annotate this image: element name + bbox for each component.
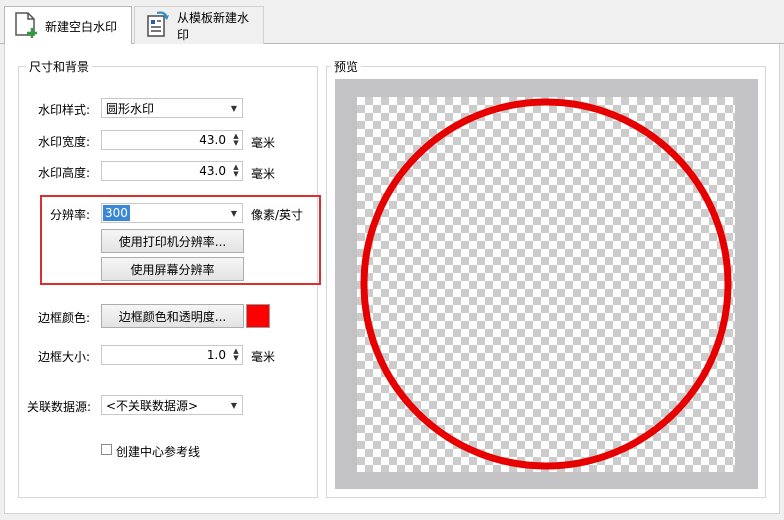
use-screen-resolution-button[interactable]: 使用屏幕分辨率 xyxy=(101,257,244,281)
datasource-value: <不关联数据源> xyxy=(106,398,199,413)
spin-arrows-icon[interactable]: ▲ ▼ xyxy=(230,133,242,147)
tab-label: 新建空白水印 xyxy=(45,19,118,34)
width-label: 水印宽度: xyxy=(38,135,91,149)
resolution-value[interactable]: 300 xyxy=(103,205,130,221)
dropdown-arrow-icon: ▼ xyxy=(230,208,238,218)
resolution-combo[interactable]: 300 ▼ xyxy=(101,203,243,223)
use-printer-resolution-button[interactable]: 使用打印机分辨率... xyxy=(101,229,244,253)
datasource-label: 关联数据源: xyxy=(27,400,92,414)
width-unit: 毫米 xyxy=(251,136,276,150)
preview-group-title: 预览 xyxy=(331,58,362,75)
width-value: 43.0 xyxy=(199,133,226,147)
tab-new-from-template[interactable]: 从模板新建水印 xyxy=(134,6,264,44)
style-select-value: 圆形水印 xyxy=(106,101,155,116)
resolution-label: 分辨率: xyxy=(50,208,91,222)
watermark-circle xyxy=(360,98,732,470)
dropdown-arrow-icon: ▼ xyxy=(230,400,238,410)
template-document-icon xyxy=(143,10,171,41)
height-unit: 毫米 xyxy=(251,167,276,181)
height-label: 水印高度: xyxy=(38,166,91,180)
style-label: 水印样式: xyxy=(38,103,91,117)
dropdown-arrow-icon: ▼ xyxy=(230,103,238,113)
resolution-unit: 像素/英寸 xyxy=(251,208,304,222)
height-spinbox[interactable]: 43.0 ▲ ▼ xyxy=(101,161,243,181)
border-size-label: 边框大小: xyxy=(38,350,91,364)
border-size-unit: 毫米 xyxy=(251,350,276,364)
width-spinbox[interactable]: 43.0 ▲ ▼ xyxy=(101,130,243,150)
tab-label: 从模板新建水印 xyxy=(177,10,250,42)
spin-arrows-icon[interactable]: ▲ ▼ xyxy=(230,164,242,178)
border-size-value: 1.0 xyxy=(206,348,226,362)
new-document-icon xyxy=(13,11,39,42)
size-background-group-title: 尺寸和背景 xyxy=(26,58,93,75)
spin-arrows-icon[interactable]: ▲ ▼ xyxy=(230,348,242,362)
border-color-swatch[interactable] xyxy=(246,304,270,328)
height-value: 43.0 xyxy=(199,164,226,178)
style-select[interactable]: 圆形水印 ▼ xyxy=(101,98,243,118)
datasource-select[interactable]: <不关联数据源> ▼ xyxy=(101,395,243,415)
tab-new-blank-watermark[interactable]: 新建空白水印 xyxy=(4,6,132,45)
center-line-checkbox[interactable] xyxy=(101,444,112,455)
center-line-label: 创建中心参考线 xyxy=(116,445,201,459)
border-color-button[interactable]: 边框颜色和透明度... xyxy=(101,304,244,328)
border-size-spinbox[interactable]: 1.0 ▲ ▼ xyxy=(101,345,243,365)
border-color-label: 边框颜色: xyxy=(38,311,91,325)
